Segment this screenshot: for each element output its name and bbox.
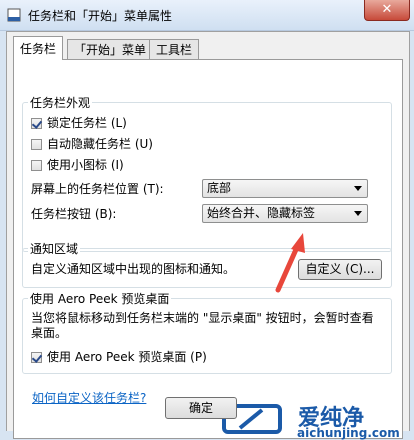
tab-taskbar[interactable]: 任务栏 [13, 36, 64, 60]
ok-button[interactable]: 确定 [165, 397, 237, 419]
annotation-arrow-icon [275, 233, 305, 293]
